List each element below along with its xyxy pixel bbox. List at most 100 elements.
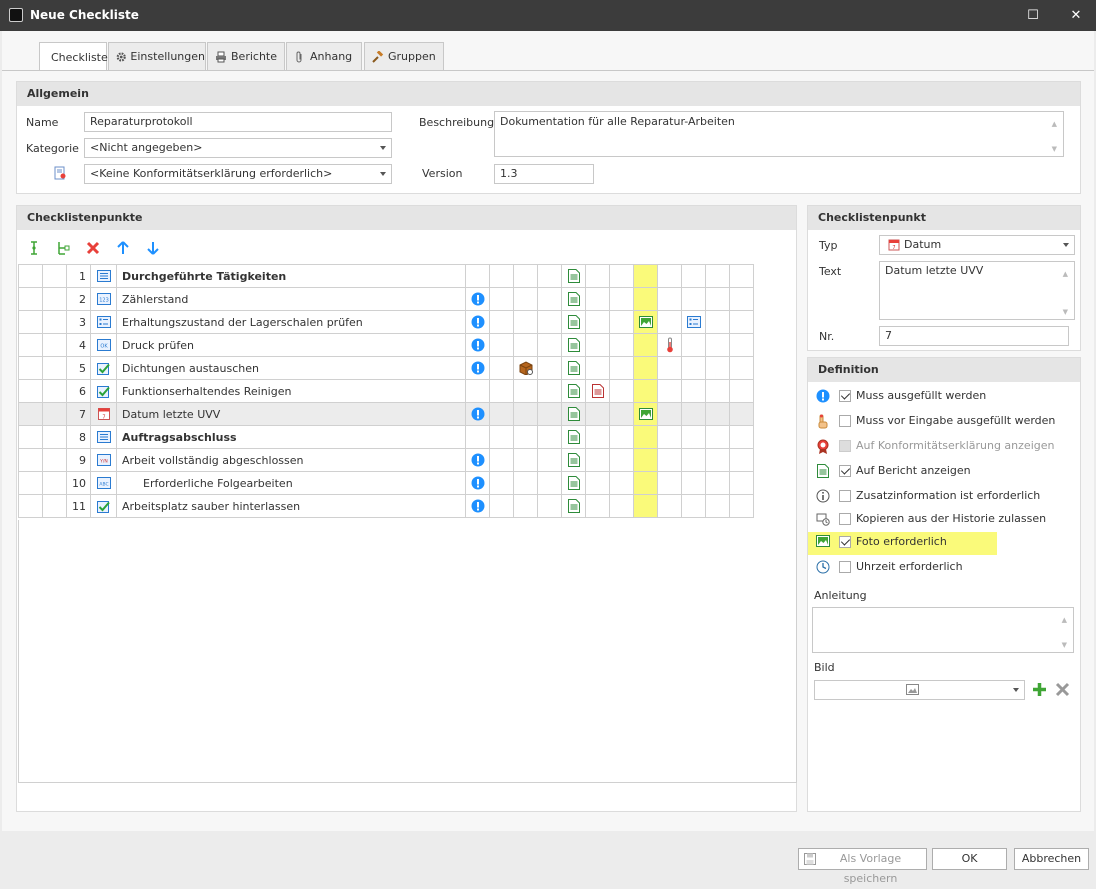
grid-cell: [585, 494, 610, 518]
close-button[interactable]: ✕: [1066, 6, 1086, 26]
required-icon: [471, 292, 484, 306]
ok-button[interactable]: OK: [932, 848, 1007, 870]
arrow-down-icon[interactable]: [146, 240, 160, 256]
definition-option-label[interactable]: Kopieren aus der Historie zulassen: [856, 512, 1046, 525]
definition-option-label[interactable]: Auf Bericht anzeigen: [856, 464, 971, 477]
grid-cell: [633, 379, 658, 403]
tab-checkliste[interactable]: Checkliste: [39, 42, 108, 71]
table-row[interactable]: 7 7 Datum letzte UVV: [18, 402, 754, 426]
definition-option-label[interactable]: Auf Konformitätserklärung anzeigen: [856, 439, 1054, 452]
grid-cell: [609, 379, 634, 403]
table-row[interactable]: 6 Funktionserhaltendes Reinigen: [18, 379, 754, 403]
grid-cell: [489, 310, 514, 334]
tab-einstellungen[interactable]: Einstellungen: [108, 42, 206, 70]
grid-cell: [681, 264, 706, 288]
grid-cell: [489, 448, 514, 472]
add-item-icon[interactable]: [27, 240, 41, 256]
category-select[interactable]: <Nicht angegeben>: [84, 138, 392, 158]
grid-cell: [633, 425, 658, 449]
instruction-label: Anleitung: [814, 589, 867, 602]
tab-anhang[interactable]: Anhang: [286, 42, 362, 70]
report-icon: [567, 499, 580, 513]
definition-checkbox[interactable]: [839, 490, 851, 502]
row-type: 123: [90, 287, 117, 311]
instruction-textarea[interactable]: ▲ ▼: [812, 607, 1074, 653]
table-row[interactable]: 11 Arbeitsplatz sauber hinterlassen: [18, 494, 754, 518]
table-row[interactable]: 5 Dichtungen austauschen: [18, 356, 754, 380]
row-number: 1: [66, 264, 91, 288]
tab-label: Anhang: [310, 50, 353, 63]
remove-image-icon[interactable]: [1055, 682, 1070, 697]
table-row[interactable]: 9 Y/N Arbeit vollständig abgeschlossen: [18, 448, 754, 472]
table-row[interactable]: 1 Durchgeführte Tätigkeiten: [18, 264, 754, 288]
table-row[interactable]: 3 Erhaltungszustand der Lagerschalen prüf…: [18, 310, 754, 334]
tab-berichte[interactable]: Berichte: [207, 42, 285, 70]
definition-option-label[interactable]: Muss vor Eingabe ausgefüllt werden: [856, 414, 1055, 427]
grid-cell: [705, 356, 730, 380]
definition-option-label[interactable]: Muss ausgefüllt werden: [856, 389, 986, 402]
scroll-up-icon[interactable]: ▲: [1062, 611, 1067, 629]
grid-cell: [42, 333, 67, 357]
grid-cell: [537, 379, 562, 403]
definition-checkbox[interactable]: [839, 390, 851, 402]
text-textarea[interactable]: Datum letzte UVV ▲ ▼: [879, 261, 1075, 320]
image-select[interactable]: [814, 680, 1025, 700]
report-icon: [817, 464, 829, 478]
grid-cell: [537, 287, 562, 311]
nr-field[interactable]: 7: [879, 326, 1069, 346]
grid-cell: [681, 287, 706, 311]
definition-option-label[interactable]: Foto erforderlich: [856, 535, 947, 548]
info-icon: [816, 489, 830, 503]
table-row[interactable]: 4 OK Druck prüfen: [18, 333, 754, 357]
row-text: Erforderliche Folgearbeiten: [116, 471, 466, 495]
type-select[interactable]: 7 Datum: [879, 235, 1075, 255]
grid-cell: [18, 402, 43, 426]
definition-option-label[interactable]: Zusatzinformation ist erforderlich: [856, 489, 1040, 502]
cancel-button[interactable]: Abbrechen: [1014, 848, 1089, 870]
table-row[interactable]: 2 123 Zählerstand: [18, 287, 754, 311]
definition-checkbox[interactable]: [839, 561, 851, 573]
row-number: 10: [66, 471, 91, 495]
grid-cell: [489, 425, 514, 449]
tab-gruppen[interactable]: Gruppen: [364, 42, 444, 70]
grid-cell: [705, 448, 730, 472]
grid-cell: [561, 379, 586, 403]
save-template-button[interactable]: Als Vorlage speichern: [798, 848, 927, 885]
grid-cell: [537, 264, 562, 288]
conformity-select[interactable]: <Keine Konformitätserklärung erforderlic…: [84, 164, 392, 184]
name-field[interactable]: Reparaturprotokoll: [84, 112, 392, 132]
delete-icon[interactable]: [85, 240, 101, 256]
definition-checkbox[interactable]: [839, 513, 851, 525]
definition-checkbox: [839, 440, 851, 452]
definition-option-icon: [815, 414, 831, 430]
table-row[interactable]: 10 ABC Erforderliche Folgearbeiten: [18, 471, 754, 495]
add-image-icon[interactable]: [1032, 682, 1047, 697]
scroll-up-icon[interactable]: ▲: [1052, 115, 1057, 133]
scroll-down-icon[interactable]: ▼: [1052, 145, 1057, 153]
arrow-up-icon[interactable]: [116, 240, 130, 256]
report-icon: [567, 315, 580, 329]
grid-cell: [657, 402, 682, 426]
definition-checkbox[interactable]: [839, 415, 851, 427]
add-subitem-icon[interactable]: [56, 240, 70, 256]
required-icon: [471, 315, 484, 329]
grid-cell: [633, 264, 658, 288]
grid-cell: [633, 471, 658, 495]
grid-cell: [657, 494, 682, 518]
definition-checkbox[interactable]: [839, 465, 851, 477]
maximize-button[interactable]: ☐: [1023, 6, 1043, 26]
chevron-down-icon: [380, 146, 386, 150]
scroll-down-icon[interactable]: ▼: [1062, 641, 1067, 649]
items-heading: Checklistenpunkte: [17, 206, 796, 230]
scroll-down-icon[interactable]: ▼: [1063, 308, 1068, 316]
scroll-up-icon[interactable]: ▲: [1063, 265, 1068, 283]
version-field[interactable]: 1.3: [494, 164, 594, 184]
description-textarea[interactable]: Dokumentation für alle Reparatur-Arbeite…: [494, 111, 1064, 157]
definition-option-label[interactable]: Uhrzeit erforderlich: [856, 560, 963, 573]
category-label: Kategorie: [26, 142, 79, 155]
gear-icon: [116, 51, 126, 62]
definition-checkbox[interactable]: [839, 536, 851, 548]
svg-text:7: 7: [102, 415, 105, 421]
grid-cell: [729, 287, 754, 311]
table-row[interactable]: 8 Auftragsabschluss: [18, 425, 754, 449]
